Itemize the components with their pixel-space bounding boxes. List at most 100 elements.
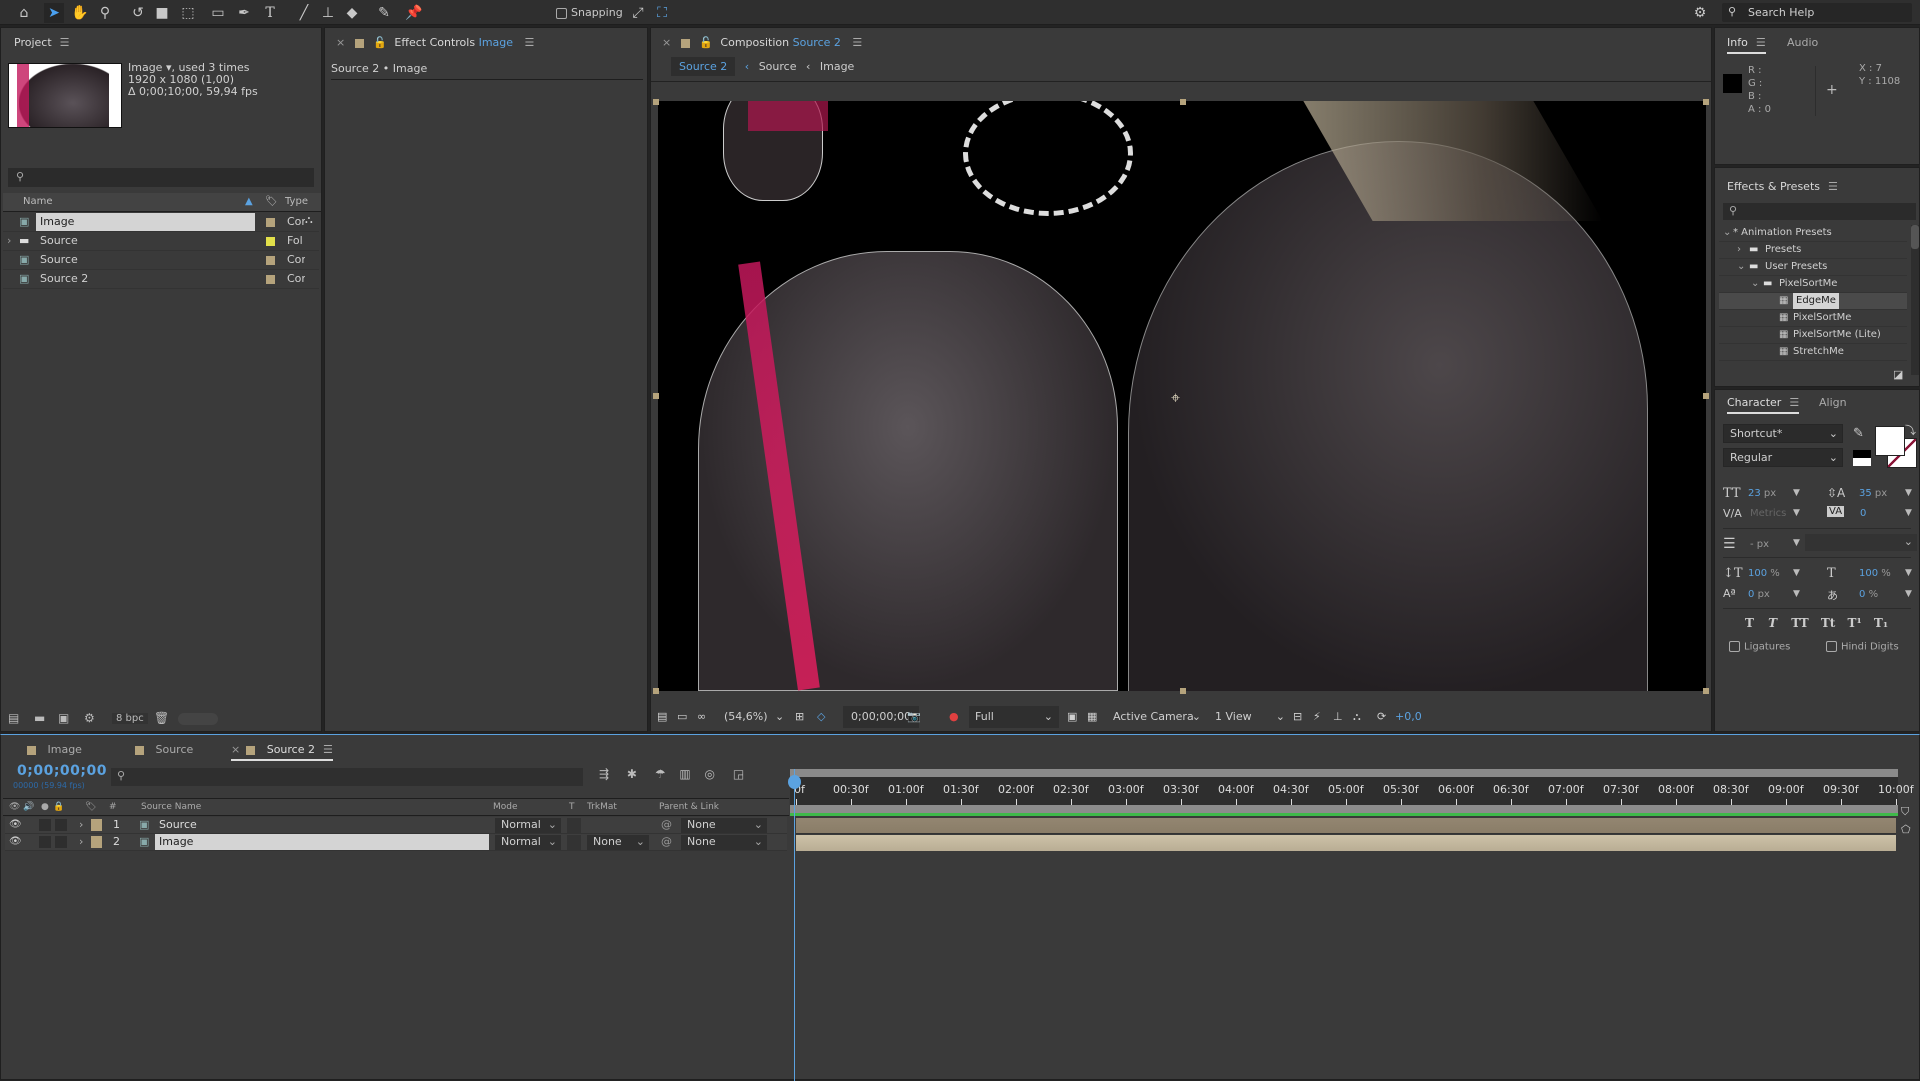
search-help-field[interactable]: ⚲ Search Help: [1722, 3, 1912, 22]
faux-italic-button[interactable]: T: [1768, 616, 1777, 630]
chevron-down-icon[interactable]: ▼: [1793, 488, 1800, 498]
layer-name[interactable]: Image: [155, 834, 489, 850]
effects-tree-item[interactable]: ⌄ ▬ User Presets: [1719, 259, 1907, 276]
subscript-button[interactable]: T₁: [1874, 616, 1888, 630]
label-swatch[interactable]: [266, 218, 275, 227]
label-column-icon[interactable]: 🏷: [85, 799, 96, 815]
zoom-tool-icon[interactable]: ⚲: [95, 3, 115, 23]
column-t[interactable]: T: [569, 799, 575, 815]
label-swatch[interactable]: [91, 836, 102, 848]
project-search-input[interactable]: ⚲: [8, 168, 314, 187]
layer-row[interactable]: 👁 › 2 ▣ Image Normal ⌄ None ⌄ @ None ⌄: [5, 834, 787, 851]
brush-tool-icon[interactable]: ╱: [294, 3, 314, 23]
effects-search-input[interactable]: ⚲: [1723, 203, 1916, 220]
baseline-shift-field[interactable]: 0 px: [1748, 589, 1770, 600]
effect-controls-tab[interactable]: × 🔓 Effect Controls Image ☰: [336, 36, 534, 49]
effects-scrollbar[interactable]: [1911, 225, 1919, 375]
chevron-down-icon[interactable]: ⌄: [1737, 259, 1745, 275]
all-caps-button[interactable]: TT: [1791, 616, 1808, 630]
new-composition-icon[interactable]: ▣: [58, 711, 69, 725]
pick-whip-icon[interactable]: @: [661, 817, 672, 833]
solo-toggle[interactable]: [39, 819, 51, 831]
leading-field[interactable]: 35 px: [1859, 488, 1887, 499]
timeline-icon[interactable]: ⊥: [1333, 706, 1343, 728]
preserve-transparency-toggle[interactable]: [567, 818, 581, 833]
eyedropper-icon[interactable]: ✎: [1853, 426, 1864, 441]
tracking-field[interactable]: 0: [1860, 508, 1866, 519]
lock-switch-icon[interactable]: 🔒: [53, 799, 64, 815]
panel-menu-icon[interactable]: ☰: [852, 36, 862, 49]
column-source-name[interactable]: Source Name: [141, 799, 201, 815]
solo-switch-icon[interactable]: ●: [41, 799, 49, 815]
project-item[interactable]: ▣ Source 2 Cor: [3, 270, 319, 289]
close-icon[interactable]: ×: [336, 36, 345, 49]
playhead-handle[interactable]: [788, 775, 801, 789]
timeline-tab[interactable]: Source: [135, 743, 193, 756]
breadcrumb-image[interactable]: Image: [820, 60, 854, 73]
pen-tool-icon[interactable]: ✒: [234, 3, 254, 23]
superscript-button[interactable]: T¹: [1848, 616, 1862, 630]
toggle-pixel-aspect-icon[interactable]: ⊟: [1293, 706, 1302, 728]
parent-dropdown[interactable]: None ⌄: [681, 818, 767, 833]
project-item[interactable]: ▣ Image Cor: [3, 213, 319, 232]
effects-tree-item[interactable]: ⌄ ▬ PixelSortMe: [1719, 276, 1907, 293]
tab-info[interactable]: Info ☰: [1727, 36, 1766, 54]
lock-icon[interactable]: 🔓: [373, 36, 387, 49]
eraser-tool-icon[interactable]: ◆: [342, 3, 362, 23]
layer-row[interactable]: 👁 › 1 ▣ Source Normal ⌄ @ None ⌄: [5, 817, 787, 834]
small-caps-button[interactable]: Tt: [1821, 616, 1835, 630]
home-icon[interactable]: ⌂: [14, 3, 34, 23]
flowchart-icon[interactable]: ⛬: [1353, 706, 1361, 728]
panel-menu-icon[interactable]: ☰: [1789, 396, 1799, 409]
horizontal-scale-field[interactable]: 100 %: [1859, 568, 1891, 579]
chevron-down-icon[interactable]: ⌄: [1723, 225, 1731, 241]
track-matte-dropdown[interactable]: None ⌄: [587, 835, 649, 850]
color-channels-icon[interactable]: ●: [949, 706, 959, 728]
time-navigator[interactable]: [790, 769, 1898, 777]
timeline-current-time[interactable]: 0;00;00;00: [17, 763, 107, 779]
audio-switch-icon[interactable]: 🔊: [23, 799, 34, 815]
column-parent-link[interactable]: Parent & Link: [659, 799, 719, 815]
video-switch-icon[interactable]: 👁: [9, 799, 20, 815]
pick-whip-icon[interactable]: @: [661, 834, 672, 850]
grid-guides-icon[interactable]: ⊞: [795, 706, 804, 728]
tab-character[interactable]: Character ☰: [1727, 396, 1800, 414]
resolution-dropdown[interactable]: Full ⌄: [969, 706, 1059, 728]
exposure-value[interactable]: +0,0: [1395, 706, 1422, 728]
puppet-pin-tool-icon[interactable]: 📌: [404, 3, 424, 23]
snapshot-camera-icon[interactable]: 📷: [907, 706, 921, 728]
ligatures-checkbox[interactable]: Ligatures: [1729, 641, 1790, 653]
timeline-tab[interactable]: × Source 2 ☰: [231, 743, 333, 761]
time-ruler[interactable]: 0f 00:30f 01:00f 01:30f 02:00f 02:30f 03:00f 03…: [790, 777, 1914, 807]
chevron-down-icon[interactable]: ▼: [1905, 589, 1912, 599]
lock-toggle[interactable]: [55, 819, 67, 831]
chevron-down-icon[interactable]: ⌄: [1751, 276, 1759, 292]
project-item[interactable]: ▣ Source Cor: [3, 251, 319, 270]
clone-stamp-tool-icon[interactable]: ⊥: [318, 3, 338, 23]
font-family-dropdown[interactable]: Shortcut* ⌄: [1723, 424, 1843, 443]
panel-menu-icon[interactable]: ☰: [323, 743, 333, 756]
selection-tool-icon[interactable]: ➤: [44, 3, 64, 23]
graph-editor-icon[interactable]: ◲: [733, 767, 744, 781]
playhead[interactable]: [794, 769, 795, 1081]
chevron-down-icon[interactable]: ▼: [1793, 538, 1800, 548]
3d-glasses-icon[interactable]: ∞: [697, 706, 706, 728]
snapping-checkbox[interactable]: [556, 7, 567, 19]
project-item[interactable]: › ▬ Source Fol: [3, 232, 319, 251]
hand-tool-icon[interactable]: ✋: [70, 3, 90, 23]
blend-mode-dropdown[interactable]: Normal ⌄: [495, 818, 561, 833]
fast-previews-icon[interactable]: ⚡: [1313, 706, 1321, 728]
hide-shy-layers-icon[interactable]: ☂: [655, 767, 666, 781]
panel-menu-icon[interactable]: ☰: [1756, 36, 1766, 49]
column-name[interactable]: Name: [23, 193, 53, 211]
chevron-down-icon[interactable]: ▼: [1793, 568, 1800, 578]
stroke-width-field[interactable]: - px: [1750, 539, 1769, 550]
solo-toggle[interactable]: [39, 836, 51, 848]
close-icon[interactable]: ×: [662, 36, 671, 49]
panel-menu-icon[interactable]: ☰: [60, 36, 70, 49]
preserve-transparency-toggle[interactable]: [567, 835, 581, 850]
tab-align[interactable]: Align: [1819, 396, 1847, 409]
draft-3d-icon[interactable]: ✱: [627, 767, 637, 781]
column-trkmat[interactable]: TrkMat: [587, 799, 617, 815]
column-number[interactable]: #: [109, 799, 117, 815]
